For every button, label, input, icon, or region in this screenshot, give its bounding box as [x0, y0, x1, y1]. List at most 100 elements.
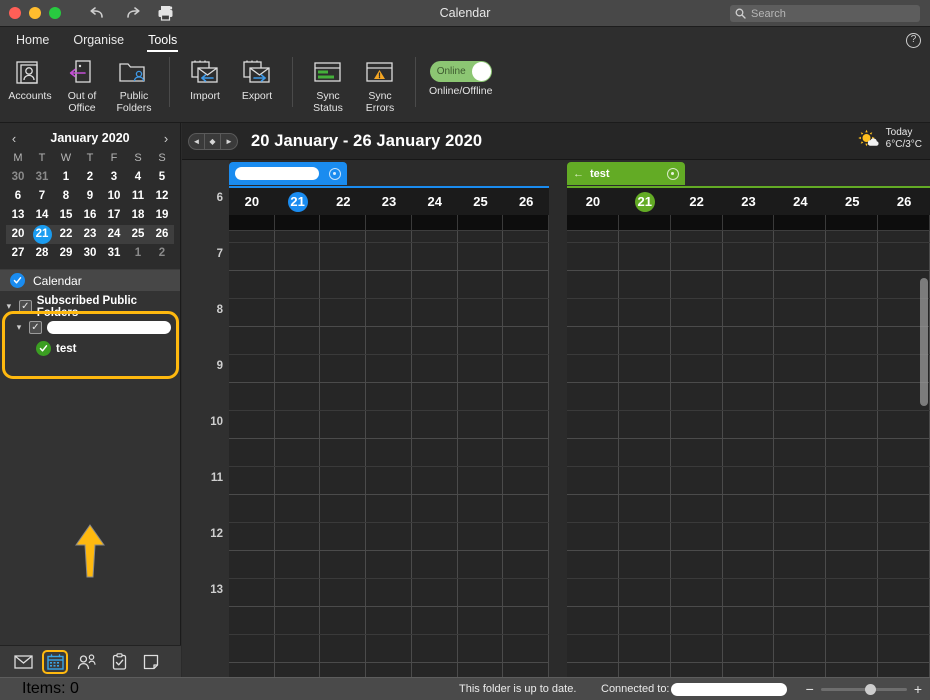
- print-icon[interactable]: [156, 3, 176, 23]
- time-grid-test[interactable]: [567, 231, 930, 679]
- mini-cal-day[interactable]: 15: [54, 206, 78, 225]
- day-header[interactable]: 23: [366, 188, 412, 215]
- help-icon[interactable]: ?: [906, 33, 921, 48]
- pane-tab-primary[interactable]: [229, 162, 347, 185]
- mini-cal-day[interactable]: 27: [6, 244, 30, 263]
- zoom-out-button[interactable]: −: [806, 682, 814, 696]
- mini-cal-day[interactable]: 31: [30, 168, 54, 187]
- mini-cal-day[interactable]: 17: [102, 206, 126, 225]
- day-header[interactable]: 22: [320, 188, 366, 215]
- mini-cal-day[interactable]: 25: [126, 225, 150, 244]
- zoom-in-button[interactable]: +: [914, 682, 922, 696]
- tab-organise[interactable]: Organise: [63, 30, 134, 51]
- mini-cal-day[interactable]: 12: [150, 187, 174, 206]
- day-header[interactable]: 22: [671, 188, 723, 215]
- nav-next-icon[interactable]: ►: [221, 134, 237, 149]
- mini-cal-day[interactable]: 30: [6, 168, 30, 187]
- close-window-button[interactable]: [9, 7, 21, 19]
- export-button[interactable]: Export: [231, 53, 283, 103]
- tree-row-test[interactable]: test: [0, 338, 180, 359]
- mini-cal-day[interactable]: 14: [30, 206, 54, 225]
- mini-cal-day[interactable]: 7: [30, 187, 54, 206]
- mini-cal-day[interactable]: 24: [102, 225, 126, 244]
- accounts-button[interactable]: Accounts: [4, 53, 56, 103]
- mini-cal-day[interactable]: 30: [78, 244, 102, 263]
- tree-row-redacted-folder[interactable]: ▾ ✓: [0, 317, 180, 338]
- mini-cal-day[interactable]: 11: [126, 187, 150, 206]
- mini-cal-day[interactable]: 1: [126, 244, 150, 263]
- undo-icon[interactable]: [88, 3, 108, 23]
- calendar-icon[interactable]: [42, 649, 68, 674]
- mini-cal-day[interactable]: 5: [150, 168, 174, 187]
- mini-cal-day-today[interactable]: 21: [30, 225, 54, 244]
- chevron-down-icon[interactable]: ▾: [14, 322, 24, 333]
- gear-icon[interactable]: [329, 167, 341, 180]
- people-icon[interactable]: [74, 650, 100, 674]
- mini-cal-day[interactable]: 26: [150, 225, 174, 244]
- mini-cal-day[interactable]: 1: [54, 168, 78, 187]
- tab-tools[interactable]: Tools: [138, 30, 187, 52]
- pane-divider[interactable]: [549, 160, 567, 677]
- day-header[interactable]: 20: [567, 188, 619, 215]
- mini-cal-day[interactable]: 8: [54, 187, 78, 206]
- maximize-window-button[interactable]: [49, 7, 61, 19]
- all-day-row-test[interactable]: [567, 215, 930, 231]
- minimize-window-button[interactable]: [29, 7, 41, 19]
- chevron-left-icon[interactable]: ‹: [6, 131, 22, 146]
- day-header-today[interactable]: 21: [619, 188, 671, 215]
- tasks-icon[interactable]: [106, 650, 132, 674]
- back-arrow-icon[interactable]: ←: [573, 168, 584, 180]
- nav-prev-icon[interactable]: ◄: [189, 133, 205, 149]
- mini-cal-day[interactable]: 19: [150, 206, 174, 225]
- day-header[interactable]: 23: [723, 188, 775, 215]
- zoom-slider[interactable]: [820, 683, 907, 695]
- all-day-row-primary[interactable]: [229, 215, 550, 231]
- day-header[interactable]: 25: [458, 188, 504, 215]
- mail-icon[interactable]: [10, 650, 36, 674]
- public-folders-button[interactable]: Public Folders: [108, 53, 160, 114]
- day-header[interactable]: 26: [503, 188, 549, 215]
- mini-cal-day[interactable]: 16: [78, 206, 102, 225]
- mini-cal-day[interactable]: 6: [6, 187, 30, 206]
- mini-cal-day[interactable]: 2: [78, 168, 102, 187]
- import-button[interactable]: Import: [179, 53, 231, 103]
- mini-cal-day[interactable]: 20: [6, 225, 30, 244]
- chevron-down-icon[interactable]: ▾: [4, 301, 14, 312]
- mini-cal-day[interactable]: 3: [102, 168, 126, 187]
- day-header[interactable]: 24: [412, 188, 458, 215]
- mini-cal-day[interactable]: 10: [102, 187, 126, 206]
- checkbox[interactable]: ✓: [18, 300, 32, 313]
- day-header[interactable]: 25: [826, 188, 878, 215]
- redo-icon[interactable]: [122, 3, 142, 23]
- sync-errors-button[interactable]: Sync Errors: [354, 53, 406, 114]
- notes-icon[interactable]: [138, 650, 164, 674]
- pane-tab-test[interactable]: ← test: [567, 162, 685, 185]
- online-offline-toggle[interactable]: Online: [429, 61, 492, 82]
- mini-cal-day[interactable]: 2: [150, 244, 174, 263]
- zoom-slider-handle[interactable]: [864, 683, 876, 695]
- mini-cal-day[interactable]: 22: [54, 225, 78, 244]
- gear-icon[interactable]: [667, 167, 679, 180]
- day-header[interactable]: 20: [229, 188, 275, 215]
- mini-cal-day[interactable]: 13: [6, 206, 30, 225]
- mini-cal-day[interactable]: 18: [126, 206, 150, 225]
- sidebar-item-calendar[interactable]: Calendar: [0, 269, 180, 291]
- mini-cal-day[interactable]: 28: [30, 244, 54, 263]
- day-header-today[interactable]: 21: [275, 188, 321, 215]
- time-grid-primary[interactable]: [229, 231, 549, 679]
- search-input[interactable]: Search: [730, 5, 920, 22]
- day-header[interactable]: 26: [878, 188, 930, 215]
- sync-status-button[interactable]: Sync Status: [302, 53, 354, 114]
- day-header[interactable]: 24: [774, 188, 826, 215]
- mini-cal-day[interactable]: 29: [54, 244, 78, 263]
- mini-cal-day[interactable]: 23: [78, 225, 102, 244]
- tree-row-subscribed-public-folders[interactable]: ▾ ✓ Subscribed Public Folders: [0, 295, 180, 319]
- checkbox[interactable]: ✓: [29, 321, 42, 334]
- out-of-office-button[interactable]: Out of Office: [56, 53, 108, 114]
- chevron-right-icon[interactable]: ›: [158, 131, 174, 146]
- vertical-scrollbar[interactable]: [920, 278, 928, 406]
- mini-cal-day[interactable]: 4: [126, 168, 150, 187]
- mini-cal-day[interactable]: 9: [78, 187, 102, 206]
- mini-cal-day[interactable]: 31: [102, 244, 126, 263]
- tab-home[interactable]: Home: [6, 30, 59, 51]
